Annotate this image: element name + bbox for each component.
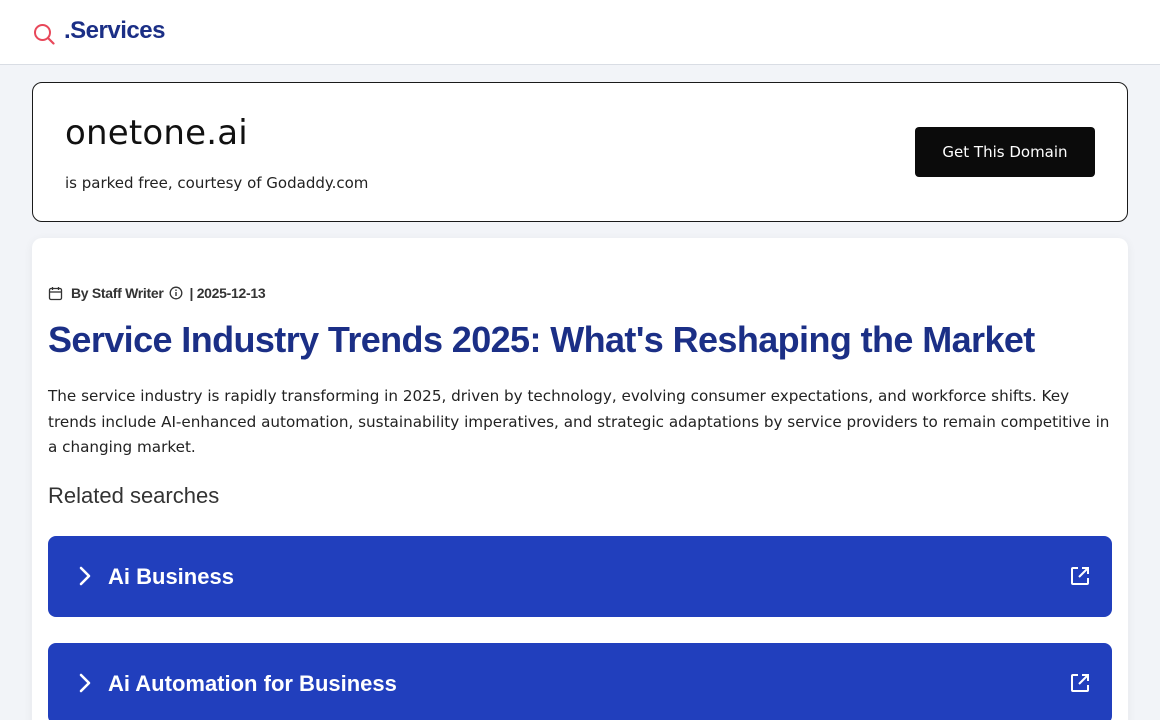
article-title: Service Industry Trends 2025: What's Res… bbox=[48, 319, 1035, 360]
info-icon bbox=[170, 286, 183, 300]
external-link-icon bbox=[1071, 674, 1089, 692]
search-icon bbox=[34, 24, 55, 45]
article-date: | 2025-12-13 bbox=[189, 285, 266, 301]
domain-parked-banner: onetone.ai is parked free, courtesy of G… bbox=[32, 82, 1128, 222]
related-search-item[interactable]: Ai Business bbox=[48, 536, 1112, 617]
related-search-label: Ai Automation for Business bbox=[108, 671, 397, 696]
get-domain-button[interactable]: Get This Domain bbox=[915, 127, 1095, 177]
article-author: By Staff Writer bbox=[71, 285, 164, 301]
chevron-right-icon bbox=[79, 673, 91, 693]
site-logo[interactable]: .Services bbox=[64, 17, 165, 45]
article-card: By Staff Writer | 2025-12-13 Service Ind… bbox=[32, 238, 1128, 720]
domain-name: onetone.ai bbox=[65, 113, 248, 153]
external-link-icon bbox=[1071, 567, 1089, 585]
top-navbar: .Services bbox=[0, 0, 1160, 65]
chevron-right-icon bbox=[79, 566, 91, 586]
related-search-item[interactable]: Ai Automation for Business bbox=[48, 643, 1112, 720]
related-searches-heading: Related searches bbox=[48, 483, 220, 508]
related-search-label: Ai Business bbox=[108, 564, 234, 589]
article-meta: By Staff Writer | 2025-12-13 bbox=[48, 284, 266, 302]
article-summary: The service industry is rapidly transfor… bbox=[48, 387, 1110, 456]
calendar-icon bbox=[48, 286, 63, 300]
domain-subtitle: is parked free, courtesy of Godaddy.com bbox=[65, 174, 369, 192]
